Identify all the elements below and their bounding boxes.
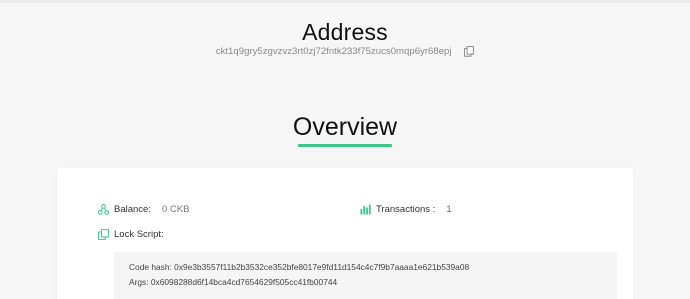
args-label: Args: — [129, 277, 149, 287]
code-hash-value: 0x9e3b3557f11b2b3532ce352bfe8017e9fd11d1… — [174, 262, 470, 272]
args-row: Args: 0x6098288d6f14bca4cd7654629f505cc4… — [129, 277, 337, 287]
address-hash: ckt1q9gry5zgvzvz3rt0zj72fntk233f75zucs0m… — [215, 46, 452, 57]
lock-script-icon — [98, 229, 109, 240]
balance-icon — [97, 204, 110, 215]
transactions-item: Transactions : 1 — [360, 204, 452, 215]
transactions-label: Transactions : — [376, 204, 436, 215]
page-title: Address — [302, 19, 388, 45]
lock-script-box: Code hash: 0x9e3b3557f11b2b3532ce352bfe8… — [114, 252, 617, 299]
overview-title: Overview — [292, 113, 398, 141]
overview-underline — [298, 144, 392, 147]
lock-script-item: Lock Script: — [98, 229, 164, 240]
code-hash-row: Code hash: 0x9e3b3557f11b2b3532ce352bfe8… — [129, 262, 469, 272]
copy-icon[interactable] — [464, 46, 475, 57]
args-value: 0x6098288d6f14bca4cd7654629f505cc41fb007… — [150, 277, 338, 287]
balance-value: 0 CKB — [161, 204, 190, 215]
lock-script-label: Lock Script: — [114, 229, 164, 240]
overview-card: Balance: 0 CKB Transactions : 1 Lock Scr… — [57, 168, 633, 299]
address-row: ckt1q9gry5zgvzvz3rt0zj72fntk233f75zucs0m… — [0, 46, 690, 57]
transactions-value: 1 — [446, 204, 452, 215]
balance-label: Balance: — [114, 204, 151, 215]
transactions-icon — [360, 204, 371, 215]
balance-item: Balance: 0 CKB — [97, 204, 190, 215]
top-strip — [0, 0, 690, 3]
code-hash-label: Code hash: — [129, 262, 172, 272]
